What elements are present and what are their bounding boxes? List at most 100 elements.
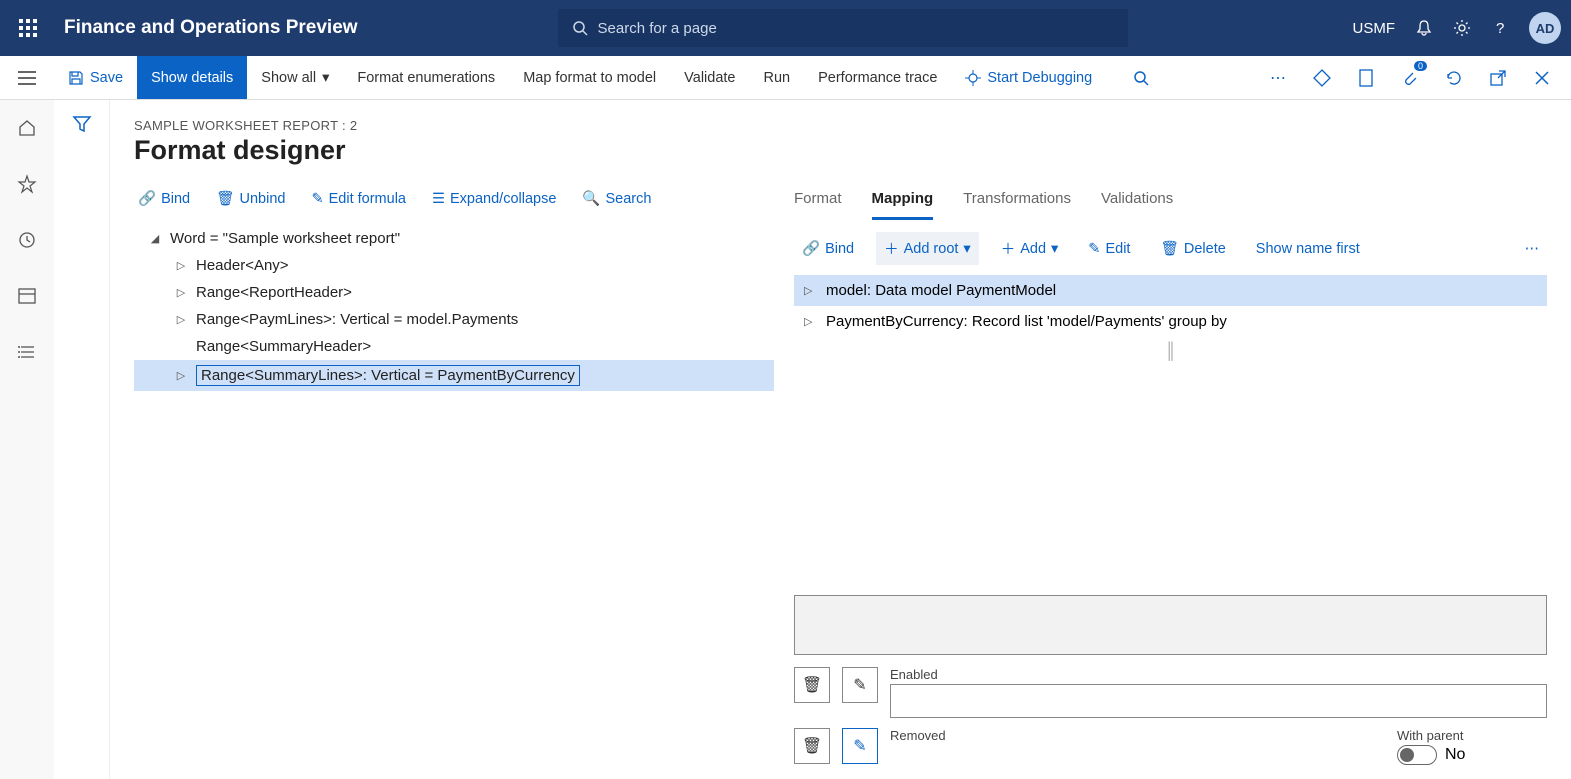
tree-row[interactable]: ▷Header<Any> [134,252,774,279]
pencil-icon: ✎ [1088,241,1100,257]
prop-edit-icon-2[interactable]: ✎ [842,728,878,764]
star-icon[interactable] [11,168,43,200]
main-area: SAMPLE WORKSHEET REPORT : 2 Format desig… [110,100,1571,779]
help-icon[interactable]: ? [1491,19,1509,37]
clock-icon[interactable] [11,224,43,256]
trash-icon: 🗑 [216,190,234,207]
enabled-label: Enabled [890,667,1547,682]
prop-delete-icon[interactable]: 🗑 [794,667,830,703]
list-icon[interactable] [11,336,43,368]
bind-button[interactable]: 🔗Bind [134,184,194,213]
show-details-button[interactable]: Show details [137,56,247,99]
refresh-icon[interactable] [1439,63,1469,93]
caret-down-icon[interactable]: ◢ [148,232,162,245]
map-more-button[interactable]: ⋯ [1517,235,1548,263]
global-search[interactable] [558,9,1128,47]
debug-icon [965,70,981,86]
tab-format[interactable]: Format [794,184,842,220]
tree-row-selected[interactable]: ▷Range<SummaryLines>: Vertical = Payment… [134,360,774,391]
filter-column [54,100,110,779]
save-icon [68,70,84,86]
validate-button[interactable]: Validate [670,56,749,99]
search-button[interactable] [1126,63,1156,93]
prop-delete-icon-2[interactable]: 🗑 [794,728,830,764]
run-button[interactable]: Run [750,56,805,99]
page-icon[interactable] [1351,63,1381,93]
workspace-icon[interactable] [11,280,43,312]
properties-panel: 🗑 ✎ Enabled 🗑 ✎ Removed [794,585,1547,779]
hamburger-icon[interactable] [0,56,54,99]
performance-trace-button[interactable]: Performance trace [804,56,951,99]
search-icon [572,20,588,36]
attachment-icon[interactable]: 0 [1395,63,1425,93]
tree-row[interactable]: ▷Range<ReportHeader> [134,279,774,306]
tab-transformations[interactable]: Transformations [963,184,1071,220]
map-format-button[interactable]: Map format to model [509,56,670,99]
caret-right-icon[interactable]: ▷ [174,259,188,272]
mapping-toolbar: 🔗Bind ＋Add root▾ ＋Add▾ ✎Edit 🗑Delete Sho… [794,232,1547,265]
delete-button[interactable]: 🗑Delete [1152,234,1233,263]
tab-mapping[interactable]: Mapping [872,184,934,220]
caret-right-icon[interactable]: ▷ [804,315,816,328]
search-icon: 🔍 [582,190,600,207]
edit-button[interactable]: ✎Edit [1080,235,1138,263]
plus-icon: ＋ [1001,238,1016,259]
bell-icon[interactable] [1415,19,1433,37]
start-debugging-button[interactable]: Start Debugging [951,56,1106,99]
link-icon: 🔗 [138,190,156,207]
chevron-down-icon: ▾ [963,241,970,257]
mapping-tree[interactable]: ▷model: Data model PaymentModel ▷Payment… [794,275,1547,337]
page-title: Format designer [134,135,1547,166]
show-name-first-button[interactable]: Show name first [1248,235,1368,263]
format-tree[interactable]: ◢Word = "Sample worksheet report" ▷Heade… [134,225,774,391]
expand-collapse-button[interactable]: ☰Expand/collapse [428,184,560,213]
tab-validations[interactable]: Validations [1101,184,1173,220]
side-rail [0,100,54,779]
app-title: Finance and Operations Preview [64,17,358,39]
with-parent-toggle[interactable]: No [1397,745,1547,765]
map-tree-row[interactable]: ▷PaymentByCurrency: Record list 'model/P… [794,306,1547,337]
unbind-button[interactable]: 🗑Unbind [212,184,289,213]
svg-text:?: ? [1496,20,1504,37]
caret-right-icon[interactable]: ▷ [174,286,188,299]
format-enumerations-button[interactable]: Format enumerations [343,56,509,99]
two-column-layout: 🔗Bind 🗑Unbind ✎Edit formula ☰Expand/coll… [134,184,1547,779]
list-icon: ☰ [432,191,445,207]
tree-search-button[interactable]: 🔍Search [578,184,655,213]
formula-input[interactable] [794,595,1547,655]
show-all-button[interactable]: Show all▾ [247,56,343,99]
tree-row[interactable]: ◢Word = "Sample worksheet report" [134,225,774,252]
add-button[interactable]: ＋Add▾ [993,232,1067,265]
company-code[interactable]: USMF [1353,20,1396,37]
popout-icon[interactable] [1483,63,1513,93]
removed-label: Removed [890,728,1385,743]
tree-row[interactable]: ▷Range<PaymLines>: Vertical = model.Paym… [134,306,774,333]
gear-icon[interactable] [1453,19,1471,37]
command-bar-right: ⋯ 0 [1263,63,1571,93]
save-button[interactable]: Save [54,56,137,99]
caret-right-icon[interactable]: ▷ [174,313,188,326]
avatar[interactable]: AD [1529,12,1561,44]
app-header: Finance and Operations Preview USMF ? AD [0,0,1571,56]
enabled-input[interactable] [890,684,1547,718]
caret-right-icon[interactable]: ▷ [804,284,816,297]
map-tree-row-selected[interactable]: ▷model: Data model PaymentModel [794,275,1547,306]
chevron-down-icon: ▾ [322,70,329,86]
home-icon[interactable] [11,112,43,144]
global-search-input[interactable] [598,20,1114,37]
funnel-icon[interactable] [72,114,92,779]
splitter[interactable]: ║ [794,343,1547,361]
more-icon[interactable]: ⋯ [1263,63,1293,93]
close-icon[interactable] [1527,63,1557,93]
link-icon: 🔗 [802,240,820,257]
caret-right-icon[interactable]: ▷ [174,369,188,382]
tree-row[interactable]: Range<SummaryHeader> [134,333,774,360]
prop-edit-icon[interactable]: ✎ [842,667,878,703]
diamond-icon[interactable] [1307,63,1337,93]
edit-formula-button[interactable]: ✎Edit formula [307,184,410,213]
map-bind-button[interactable]: 🔗Bind [794,234,862,263]
chevron-down-icon: ▾ [1051,241,1058,257]
waffle-icon[interactable] [10,10,46,46]
add-root-button[interactable]: ＋Add root▾ [876,232,979,265]
command-bar: Save Show details Show all▾ Format enume… [0,56,1571,100]
